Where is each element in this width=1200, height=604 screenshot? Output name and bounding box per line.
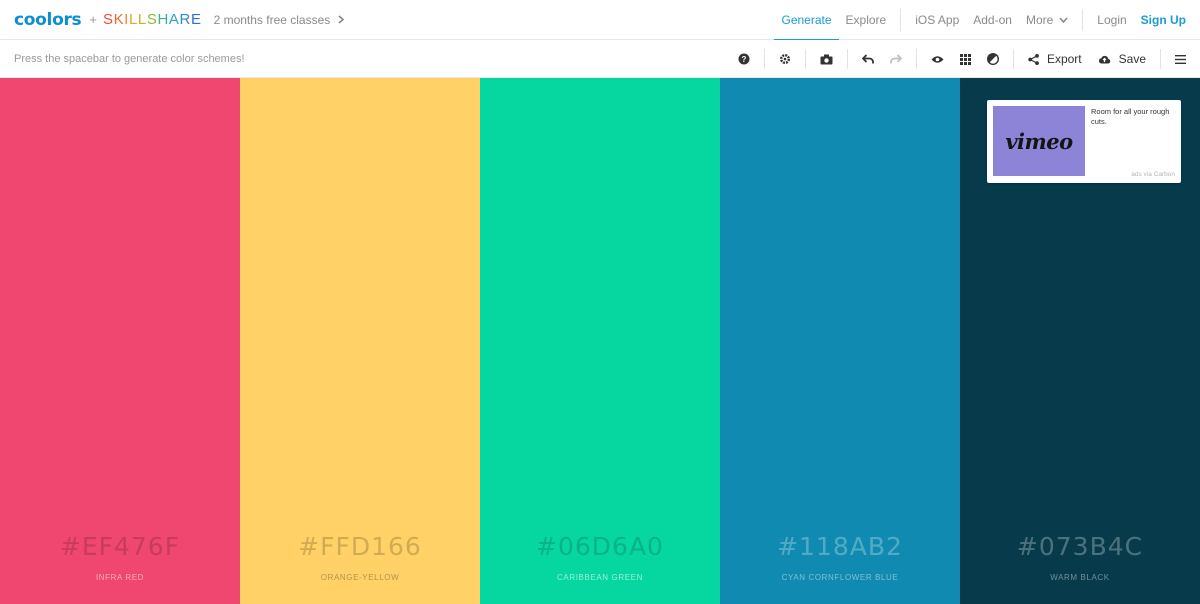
skillshare-letter: E xyxy=(190,11,202,28)
carbon-ad[interactable]: vimeo Room for all your rough cuts. ads … xyxy=(987,100,1181,183)
toolbar-actions: ? Export Save xyxy=(730,40,1200,78)
color-swatch[interactable]: #EF476F INFRA RED xyxy=(0,78,240,604)
help-button[interactable]: ? xyxy=(730,40,758,78)
hex-code[interactable]: #073B4C xyxy=(960,532,1200,561)
nav-more[interactable]: More xyxy=(1019,0,1075,40)
color-name: ORANGE-YELLOW xyxy=(320,573,400,582)
skillshare-letter: S xyxy=(102,11,114,28)
coolors-logo[interactable]: coolors xyxy=(14,10,82,30)
ad-via-carbon[interactable]: ads via Carbon xyxy=(1131,171,1175,178)
redo-button[interactable] xyxy=(882,40,910,78)
spacebar-hint: Press the spacebar to generate color sch… xyxy=(14,52,245,65)
hex-code[interactable]: #06D6A0 xyxy=(480,532,720,561)
svg-text:?: ? xyxy=(742,55,747,64)
export-button[interactable]: Export xyxy=(1020,40,1090,78)
help-icon: ? xyxy=(738,53,750,65)
nav-divider xyxy=(1082,9,1084,31)
redo-icon xyxy=(890,54,902,64)
camera-button[interactable] xyxy=(812,40,841,78)
skillshare-letter: S xyxy=(146,11,158,28)
toolbar-divider xyxy=(804,49,806,69)
skillshare-letter: L xyxy=(137,11,147,28)
color-name: INFRA RED xyxy=(95,573,145,582)
nav-login[interactable]: Login xyxy=(1090,0,1133,40)
view-button[interactable] xyxy=(923,40,952,78)
toolbar-divider xyxy=(1160,49,1161,69)
skillshare-letter: K xyxy=(113,11,125,28)
nav-signup[interactable]: Sign Up xyxy=(1134,0,1200,40)
camera-icon xyxy=(820,54,833,65)
nav-add-on[interactable]: Add-on xyxy=(966,0,1019,40)
nav-explore[interactable]: Explore xyxy=(839,0,894,40)
hex-code[interactable]: #EF476F xyxy=(0,532,240,561)
skillshare-logo[interactable]: SKILLSHARE xyxy=(103,11,202,28)
color-swatch[interactable]: #118AB2 CYAN CORNFLOWER BLUE xyxy=(720,78,960,604)
nav-right: Generate Explore iOS App Add-on More Log… xyxy=(774,0,1200,41)
plus-sign: + xyxy=(89,12,97,27)
nav-more-label: More xyxy=(1025,13,1054,27)
save-button[interactable]: Save xyxy=(1090,40,1154,78)
nav-generate[interactable]: Generate xyxy=(774,0,839,41)
promo-text: 2 months free classes xyxy=(213,12,331,27)
color-swatch[interactable]: #FFD166 ORANGE-YELLOW xyxy=(240,78,480,604)
grid-button[interactable] xyxy=(952,40,979,78)
menu-button[interactable] xyxy=(1167,40,1200,78)
skillshare-letter: A xyxy=(168,11,180,28)
undo-icon xyxy=(861,54,874,64)
vimeo-logo: vimeo xyxy=(1005,128,1073,154)
export-label: Export xyxy=(1046,52,1082,66)
menu-icon xyxy=(1175,54,1186,64)
promo-link[interactable]: 2 months free classes xyxy=(214,13,345,27)
color-name: CARIBBEAN GREEN xyxy=(557,573,643,582)
chevron-right-icon xyxy=(338,13,345,27)
settings-button[interactable] xyxy=(771,40,799,78)
settings-icon xyxy=(779,53,791,65)
color-swatch[interactable]: #06D6A0 CARIBBEAN GREEN xyxy=(480,78,720,604)
chevron-down-icon xyxy=(1059,15,1068,25)
color-name: CYAN CORNFLOWER BLUE xyxy=(781,573,899,582)
toolbar-divider xyxy=(1012,49,1014,69)
ad-text[interactable]: Room for all your rough cuts. xyxy=(1091,107,1177,127)
adjust-button[interactable] xyxy=(979,40,1007,78)
toolbar-divider xyxy=(915,49,917,69)
adjust-icon xyxy=(986,53,999,65)
view-icon xyxy=(931,55,944,64)
skillshare-letter: R xyxy=(179,11,191,28)
hex-code[interactable]: #118AB2 xyxy=(720,532,960,561)
ad-image[interactable]: vimeo xyxy=(993,106,1085,176)
skillshare-letter: L xyxy=(128,11,138,28)
nav-ios-app[interactable]: iOS App xyxy=(908,0,966,40)
toolbar-divider xyxy=(846,49,848,69)
undo-button[interactable] xyxy=(854,40,882,78)
save-label: Save xyxy=(1118,52,1146,66)
toolbar-divider xyxy=(763,49,765,69)
color-name: WARM BLACK xyxy=(1050,573,1110,582)
top-nav: coolors + SKILLSHARE 2 months free class… xyxy=(0,0,1200,41)
hex-code[interactable]: #FFD166 xyxy=(240,532,480,561)
nav-divider xyxy=(900,9,902,31)
toolbar: Press the spacebar to generate color sch… xyxy=(0,40,1200,78)
grid-icon xyxy=(959,53,971,65)
cloud-upload-icon xyxy=(1098,54,1111,64)
skillshare-letter: H xyxy=(157,11,169,28)
share-icon xyxy=(1028,53,1039,65)
